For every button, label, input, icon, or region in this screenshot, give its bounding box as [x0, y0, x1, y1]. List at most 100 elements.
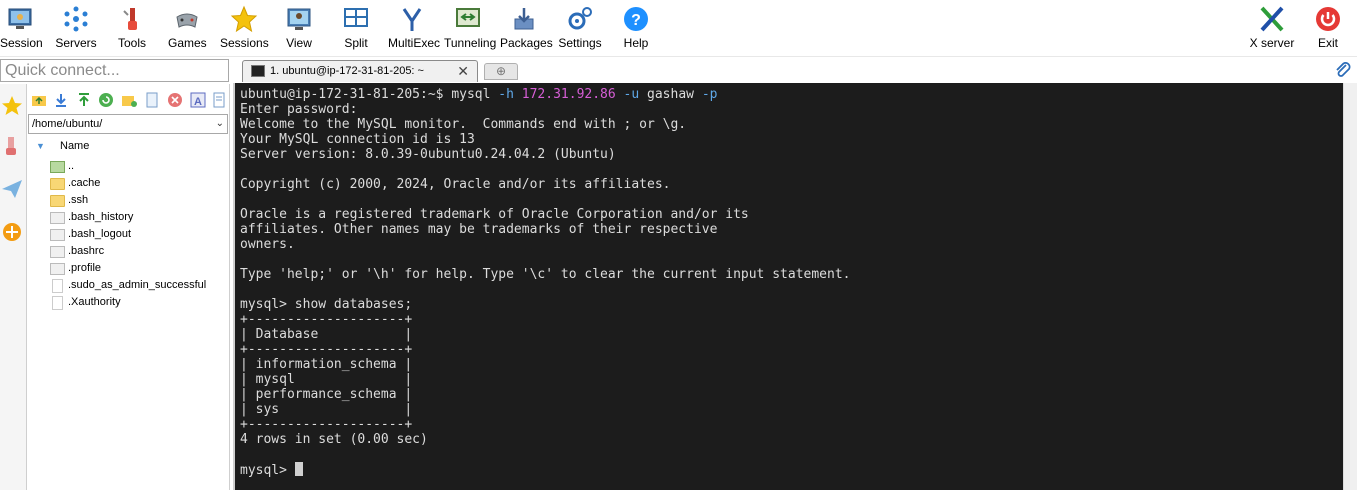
- tab-close-icon[interactable]: ✕: [457, 63, 469, 80]
- upload-icon[interactable]: [76, 92, 92, 108]
- xserver-button[interactable]: X server: [1246, 2, 1298, 54]
- star-icon[interactable]: [0, 94, 24, 118]
- help-icon: ?: [624, 7, 648, 31]
- settings-button[interactable]: Settings: [558, 2, 602, 54]
- parent-dir-icon: [50, 161, 65, 173]
- tab-ssh-session[interactable]: 1. ubuntu@ip-172-31-81-205: ~ ✕: [242, 60, 478, 82]
- tunneling-button[interactable]: Tunneling: [444, 2, 497, 54]
- multiexec-icon: [402, 8, 422, 31]
- rename-icon[interactable]: A: [190, 92, 206, 108]
- split-button[interactable]: Split: [342, 2, 370, 54]
- file-list-item[interactable]: .bash_history: [27, 210, 230, 227]
- file-column-header[interactable]: ▼ Name: [27, 138, 230, 156]
- terminal-line: 4 rows in set (0.00 sec): [240, 432, 428, 447]
- file-list-item[interactable]: .bashrc: [27, 244, 230, 261]
- file-list-item[interactable]: .ssh: [27, 193, 230, 210]
- session-label: Session: [0, 36, 43, 50]
- command-host: 172.31.92.86: [521, 87, 616, 102]
- svg-text:?: ?: [631, 12, 641, 29]
- power-icon: [1316, 7, 1340, 31]
- file-list: .. .cache .ssh .bash_history .bash_logou…: [27, 159, 230, 312]
- file-name: .sudo_as_admin_successful: [68, 279, 207, 291]
- file-properties-icon[interactable]: [211, 92, 227, 108]
- new-tab-button[interactable]: ⊕: [484, 63, 518, 80]
- games-label: Games: [168, 36, 207, 50]
- file-list-item[interactable]: ..: [27, 159, 230, 176]
- terminal-line: | Database |: [240, 327, 413, 342]
- command-option: -u: [615, 87, 648, 102]
- tunneling-label: Tunneling: [444, 36, 497, 50]
- tools-button[interactable]: Tools: [114, 2, 150, 54]
- games-button[interactable]: Games: [168, 2, 207, 54]
- terminal-line: Copyright (c) 2000, 2024, Oracle and/or …: [240, 177, 671, 192]
- terminal-line: Welcome to the MySQL monitor. Commands e…: [240, 117, 687, 132]
- macro-icon[interactable]: [0, 220, 24, 244]
- terminal-line: | mysql |: [240, 372, 413, 387]
- terminal-line: affiliates. Other names may be trademark…: [240, 222, 718, 237]
- terminal-line: Server version: 8.0.39-0ubuntu0.24.04.2 …: [240, 147, 616, 162]
- terminal-icon: [251, 65, 265, 77]
- split-icon: [344, 8, 368, 27]
- mysql-prompt: mysql>: [240, 463, 295, 478]
- terminal-line: Enter password:: [240, 102, 358, 117]
- file-icon: [50, 229, 65, 241]
- file-icon: [50, 246, 65, 258]
- terminal-lines: Enter password: Welcome to the MySQL moni…: [240, 102, 850, 462]
- send-icon[interactable]: [0, 177, 24, 201]
- tools-sidebar-icon[interactable]: [0, 134, 24, 158]
- file-name: .Xauthority: [68, 296, 121, 308]
- file-name: .bash_logout: [68, 228, 131, 240]
- tab-bar: 1. ubuntu@ip-172-31-81-205: ~ ✕ ⊕: [236, 58, 1357, 83]
- file-list-item[interactable]: .cache: [27, 176, 230, 193]
- terminal-scrollbar[interactable]: [1343, 83, 1357, 490]
- text-cursor: [294, 462, 303, 476]
- settings-icon: [568, 7, 592, 30]
- name-column-label: Name: [60, 140, 90, 152]
- command-user: gashaw: [647, 87, 702, 102]
- packages-button[interactable]: Packages: [500, 2, 553, 54]
- terminal-line: | sys |: [240, 402, 413, 417]
- terminal-line: +--------------------+: [240, 417, 413, 432]
- file-list-item[interactable]: .bash_logout: [27, 227, 230, 244]
- paperclip-icon[interactable]: [1333, 60, 1353, 80]
- remote-path-select[interactable]: /home/ubuntu/ ⌄: [28, 114, 228, 134]
- quick-connect-input[interactable]: [1, 60, 228, 81]
- sessions-star-icon: [230, 5, 258, 33]
- refresh-icon[interactable]: [98, 92, 114, 108]
- servers-button[interactable]: Servers: [54, 2, 98, 54]
- terminal-output: ubuntu@ip-172-31-81-205:~$ mysql -h 172.…: [240, 87, 850, 478]
- xserver-icon: [1260, 6, 1284, 32]
- view-button[interactable]: View: [284, 2, 314, 54]
- terminal-line: Oracle is a registered trademark of Orac…: [240, 207, 749, 222]
- path-value: /home/ubuntu/: [32, 118, 103, 130]
- plus-icon: ⊕: [495, 64, 507, 78]
- file-list-item[interactable]: .Xauthority: [27, 295, 230, 312]
- file-name: .bash_history: [68, 211, 134, 223]
- file-list-item[interactable]: .sudo_as_admin_successful: [27, 278, 230, 295]
- svg-text:A: A: [194, 96, 202, 108]
- new-file-icon[interactable]: [144, 92, 160, 108]
- exit-button[interactable]: Exit: [1313, 2, 1343, 54]
- terminal-line: Your MySQL connection id is 13: [240, 132, 475, 147]
- parent-folder-icon[interactable]: [31, 92, 47, 108]
- delete-icon[interactable]: [167, 92, 183, 108]
- file-name: .profile: [68, 262, 102, 274]
- help-button[interactable]: ? Help: [620, 2, 652, 54]
- session-button[interactable]: Session: [0, 2, 43, 54]
- terminal-pane[interactable]: ubuntu@ip-172-31-81-205:~$ mysql -h 172.…: [233, 83, 1343, 490]
- games-icon: [176, 13, 198, 28]
- sessions-button[interactable]: Sessions: [220, 2, 269, 54]
- multiexec-button[interactable]: MultiExec: [388, 2, 440, 54]
- servers-label: Servers: [55, 36, 97, 50]
- download-icon[interactable]: [53, 92, 69, 108]
- session-icon: [8, 8, 32, 29]
- new-folder-icon[interactable]: [121, 92, 137, 108]
- tools-label: Tools: [117, 36, 146, 50]
- exit-label: Exit: [1317, 36, 1338, 50]
- file-list-item[interactable]: .profile: [27, 261, 230, 278]
- file-name: .ssh: [68, 194, 89, 206]
